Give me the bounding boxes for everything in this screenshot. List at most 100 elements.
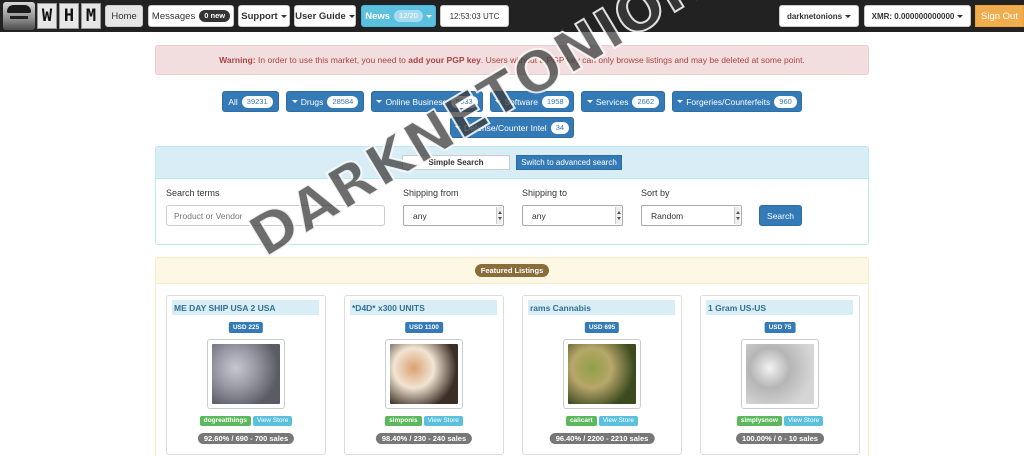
account-menu[interactable]: darknetonions: [779, 5, 859, 27]
vendor-badge[interactable]: simponis: [385, 416, 422, 426]
vendor-badge[interactable]: dogreatthings: [199, 416, 251, 426]
clock-text: 12:53:03 UTC: [449, 11, 500, 21]
site-logo[interactable]: W H M: [3, 0, 103, 32]
view-store-button[interactable]: View Store: [783, 416, 824, 426]
category-label: All: [228, 96, 238, 107]
listing-card[interactable]: *D4D* x300 UNITS USD 1100 simponis View …: [344, 295, 504, 455]
listing-price: USD 75: [764, 322, 796, 333]
home-label: Home: [111, 10, 137, 22]
listing-image: [390, 344, 458, 404]
listing-title[interactable]: *D4D* x300 UNITS: [350, 300, 497, 315]
listing-card[interactable]: 1 Gram US-US USD 75 simplysnow View Stor…: [700, 295, 860, 455]
sales-badge: 96.40% / 2200 - 2210 sales: [549, 433, 655, 444]
select-arrows-icon: [615, 207, 621, 224]
shipping-to-label: Shipping to: [522, 188, 568, 198]
category-all-button[interactable]: All 39231: [222, 91, 279, 112]
user-guide-menu[interactable]: User Guide: [294, 5, 356, 27]
category-online-business-button[interactable]: Online Business 5033: [371, 91, 483, 112]
home-button[interactable]: Home: [105, 5, 143, 27]
listing-title[interactable]: 1 Gram US-US: [706, 300, 853, 315]
logo-letter: H: [59, 3, 79, 29]
sales-badge: 100.00% / 0 - 10 sales: [736, 433, 824, 444]
category-services-button[interactable]: Services 2662: [581, 91, 665, 112]
sort-by-label: Sort by: [641, 188, 670, 198]
search-input[interactable]: [166, 205, 385, 226]
view-store-button[interactable]: View Store: [598, 416, 639, 426]
caret-down-icon: [348, 14, 355, 18]
clock-display: 12:53:03 UTC: [440, 5, 509, 27]
sign-out-label: Sign Out: [981, 10, 1018, 22]
category-label: Defense/Counter Intel: [463, 122, 547, 133]
listing-price: USD 1100: [405, 322, 443, 333]
search-button[interactable]: Search: [759, 205, 802, 226]
logo-letter: W: [37, 3, 57, 29]
view-store-button[interactable]: View Store: [423, 416, 463, 426]
listing-card[interactable]: ME DAY SHIP USA 2 USA USD 225 dogreatthi…: [166, 295, 326, 455]
view-store-button[interactable]: View Store: [253, 416, 293, 426]
shipping-from-label: Shipping from: [403, 188, 459, 198]
vendor-badge[interactable]: simplysnow: [736, 416, 782, 426]
category-count: 960: [774, 95, 797, 108]
support-menu[interactable]: Support: [238, 5, 290, 27]
listing-title[interactable]: ME DAY SHIP USA 2 USA: [172, 300, 319, 315]
listing-image: [568, 344, 636, 404]
logo-face-icon: [3, 2, 35, 30]
support-label: Support: [241, 10, 278, 22]
listing-thumbnail[interactable]: [385, 339, 463, 409]
messages-badge: 0 new: [199, 10, 231, 22]
sales-badge: 92.60% / 690 - 700 sales: [197, 433, 295, 444]
listing-price: USD 695: [584, 322, 620, 333]
listing-thumbnail[interactable]: [207, 339, 285, 409]
category-software-button[interactable]: Software 1958: [490, 91, 574, 112]
caret-down-icon: [454, 126, 461, 129]
category-drugs-button[interactable]: Drugs 28584: [286, 91, 364, 112]
caret-down-icon: [586, 100, 593, 103]
listing-thumbnail[interactable]: [563, 339, 641, 409]
category-label: Software: [504, 96, 538, 107]
category-forgeries-button[interactable]: Forgeries/Counterfeits 960: [672, 91, 802, 112]
add-pgp-key-link[interactable]: add your PGP key: [408, 55, 481, 65]
listing-title[interactable]: rams Cannabis: [528, 300, 675, 315]
select-arrows-icon: [496, 207, 502, 224]
wallet-menu[interactable]: XMR: 0.000000000000: [864, 5, 971, 27]
category-count: 2662: [632, 95, 660, 108]
caret-down-icon: [376, 100, 383, 103]
alert-strong: Warning:: [219, 55, 256, 65]
listing-card[interactable]: rams Cannabis USD 695 calicart View Stor…: [522, 295, 682, 455]
sales-badge: 98.40% / 230 - 240 sales: [375, 433, 473, 444]
shipping-from-select[interactable]: any: [403, 205, 504, 226]
caret-down-icon: [495, 100, 502, 103]
messages-button[interactable]: Messages 0 new: [148, 5, 234, 27]
category-label: Services: [595, 96, 629, 107]
sign-out-button[interactable]: Sign Out: [975, 5, 1024, 27]
shipping-to-select[interactable]: any: [522, 205, 623, 226]
search-panel: Simple Search Switch to advanced search …: [155, 146, 869, 245]
listing-thumbnail[interactable]: [741, 339, 819, 409]
search-panel-header: Simple Search Switch to advanced search: [156, 147, 868, 179]
alert-text: . Users without a PGP key can only brows…: [480, 55, 805, 65]
logo-letter: M: [81, 3, 101, 29]
caret-down-icon: [280, 14, 287, 18]
messages-label: Messages: [151, 10, 196, 22]
simple-search-tab[interactable]: Simple Search: [402, 155, 510, 170]
pgp-warning-alert: Warning: In order to use this market, yo…: [155, 45, 869, 75]
featured-listings-panel: Featured Listings ME DAY SHIP USA 2 USA …: [155, 257, 869, 456]
user-guide-label: User Guide: [295, 10, 346, 22]
category-count: 39231: [241, 95, 273, 108]
listing-image: [746, 344, 814, 404]
category-count: 1958: [541, 95, 569, 108]
alert-text: In order to use this market, you need to: [255, 55, 409, 65]
sort-by-select[interactable]: Random: [641, 205, 742, 226]
username-label: darknetonions: [786, 11, 843, 21]
category-label: Drugs: [300, 96, 324, 107]
advanced-search-button[interactable]: Switch to advanced search: [516, 155, 622, 170]
category-count: 34: [550, 121, 570, 134]
news-menu[interactable]: News 12/20: [361, 5, 436, 27]
category-count: 5033: [450, 95, 478, 108]
vendor-badge[interactable]: calicart: [565, 416, 597, 426]
category-label: Forgeries/Counterfeits: [686, 96, 771, 107]
search-terms-label: Search terms: [166, 188, 220, 198]
shipping-to-value: any: [532, 210, 546, 221]
shipping-from-value: any: [413, 210, 427, 221]
category-defense-button[interactable]: Defense/Counter Intel 34: [450, 117, 574, 138]
